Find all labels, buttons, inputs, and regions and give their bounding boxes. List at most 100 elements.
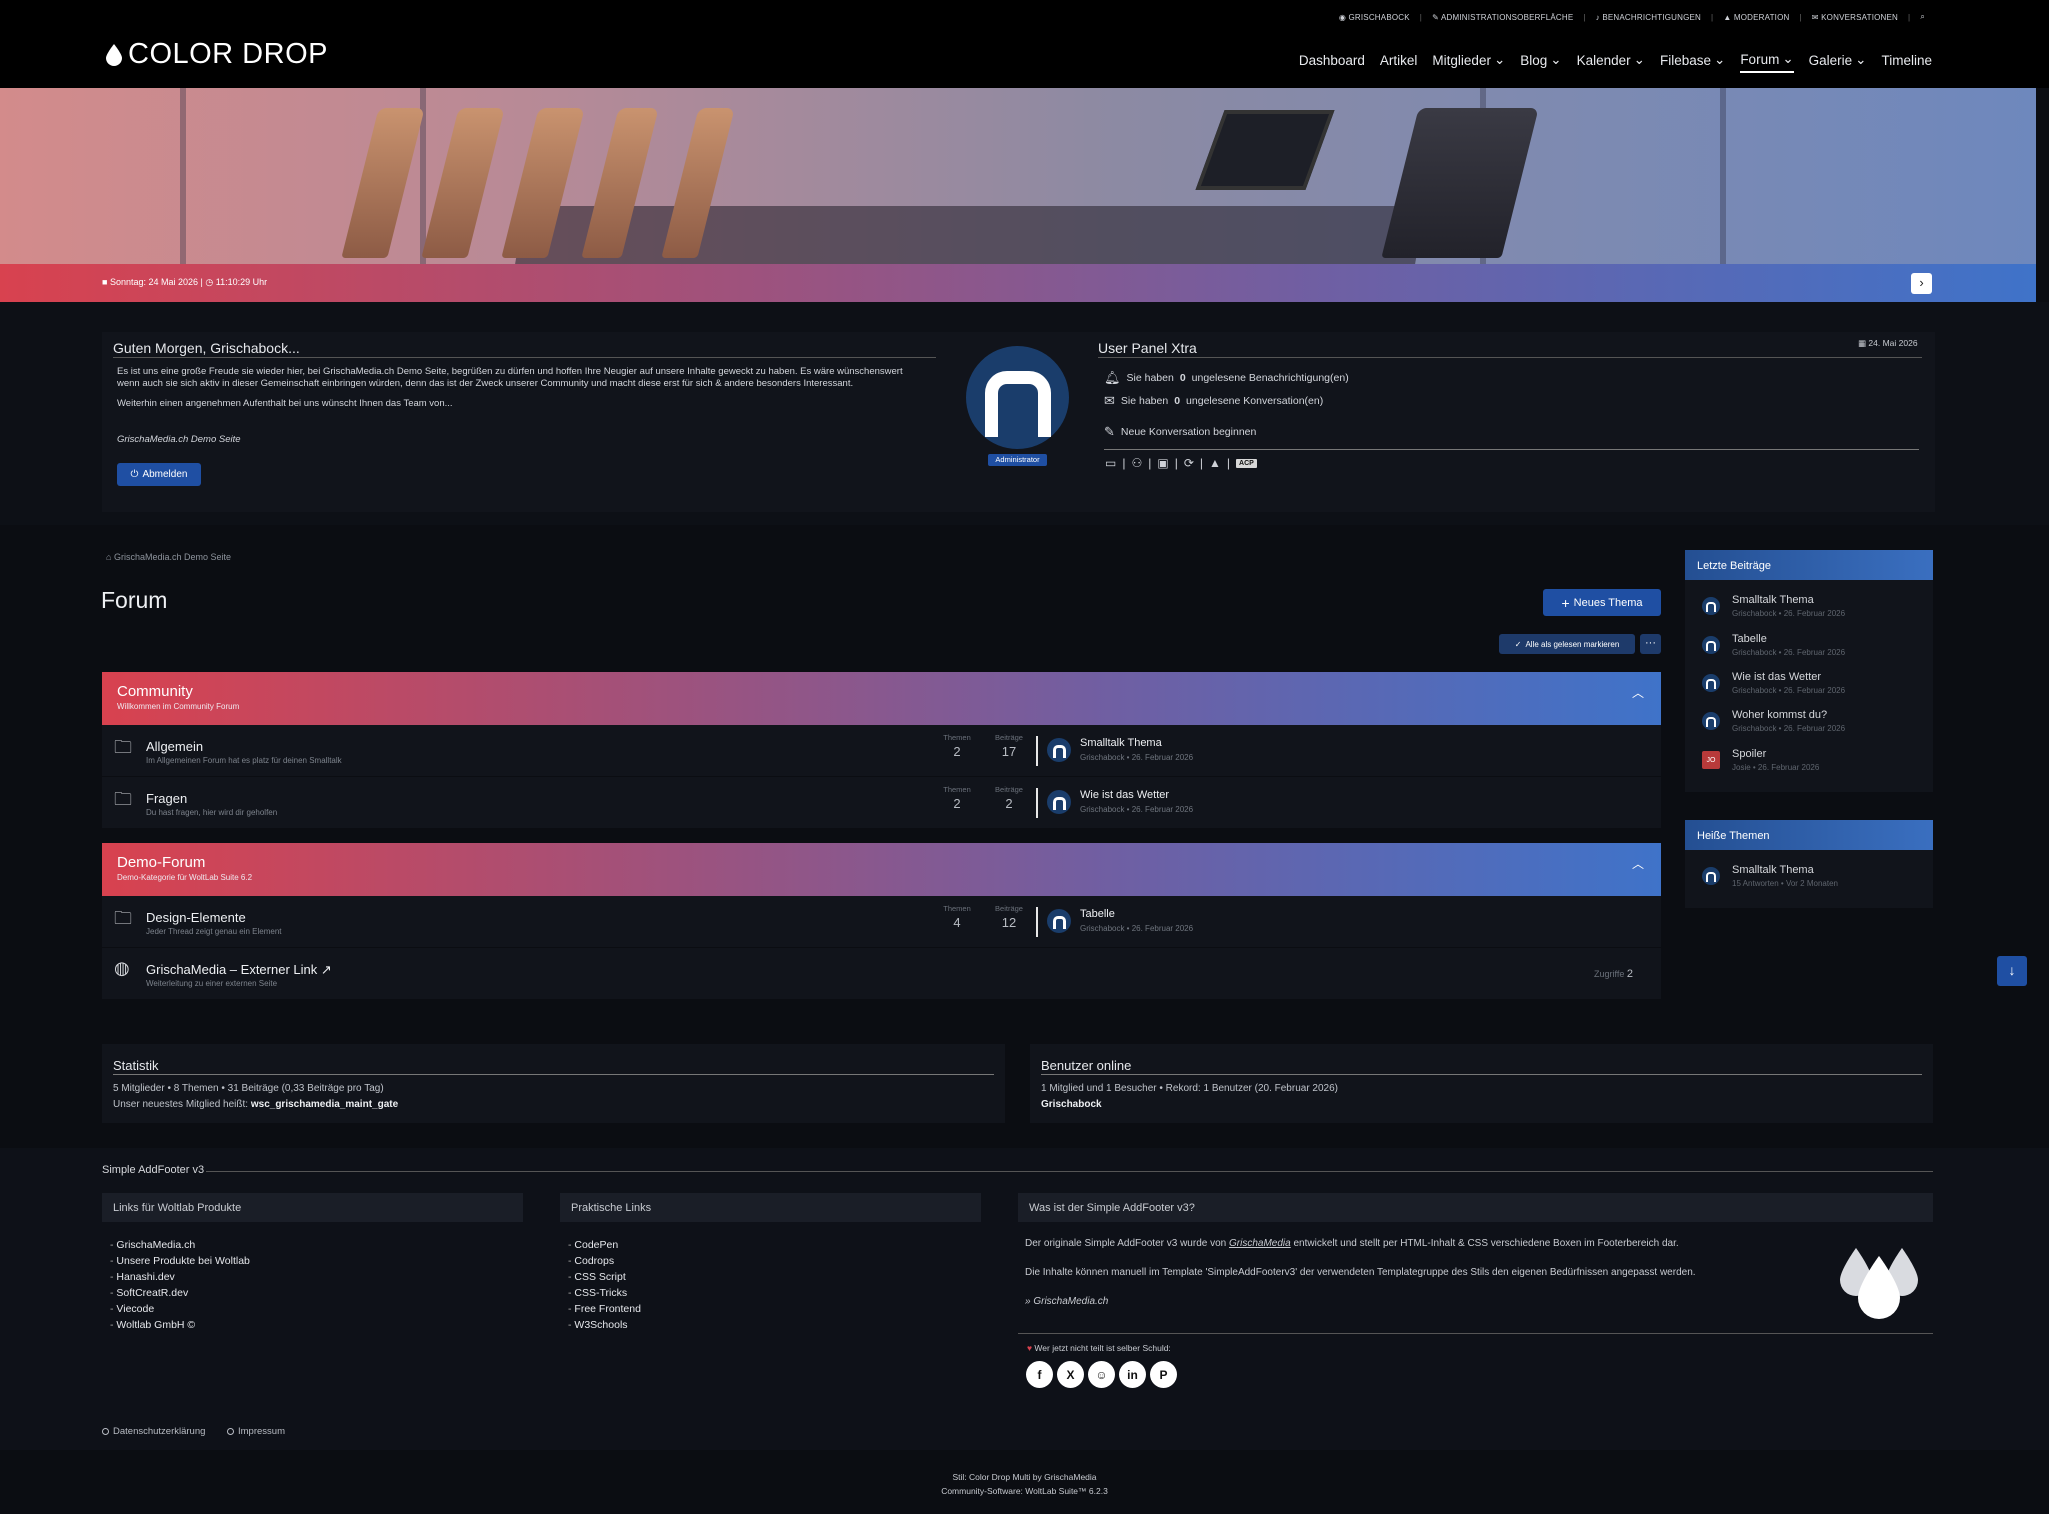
nav-kalender[interactable]: Kalender ⌄ [1577, 51, 1645, 73]
mark-read-button[interactable]: ✓ Alle als gelesen markieren [1499, 634, 1635, 654]
footer-link[interactable]: CSS Script [568, 1269, 641, 1285]
chat-icon: ✉ [1811, 12, 1819, 22]
more-options-button[interactable]: ··· [1640, 634, 1661, 654]
notifications-link[interactable]: ♪ BENACHRICHTIGUNGEN [1596, 13, 1701, 22]
refresh-icon[interactable]: ⟳ [1184, 456, 1194, 470]
footer-link[interactable]: Woltlab GmbH © [110, 1317, 250, 1333]
bell-icon: ♪ [1595, 12, 1600, 22]
footer-link[interactable]: Viecode [110, 1301, 250, 1317]
nav-filebase[interactable]: Filebase ⌄ [1660, 51, 1725, 73]
page-title: Forum [101, 587, 168, 613]
logo[interactable]: COLOR DROP [106, 38, 328, 71]
chevron-up-icon[interactable]: ︿ [1632, 684, 1644, 701]
statistics-box: Statistik 5 Mitglieder • 8 Themen • 31 B… [102, 1044, 1005, 1123]
footer-link[interactable]: CodePen [568, 1237, 641, 1253]
calendar-icon: ▦ [1858, 338, 1867, 348]
imprint-link[interactable]: Impressum [227, 1426, 285, 1437]
footer-link[interactable]: Unsere Produkte bei Woltlab [110, 1253, 249, 1269]
notifications-row[interactable]: 🔔︎ Sie haben 0 ungelesene Benachrichtigung(… [1104, 370, 1349, 386]
list-item[interactable]: Tabelle Grischabock • 26. Februar 2026 [1702, 633, 1845, 657]
footer-link[interactable]: Hanashi.dev [110, 1269, 250, 1285]
list-item[interactable]: Smalltalk Thema Grischabock • 26. Februar… [1702, 594, 1845, 618]
avatar[interactable] [1047, 790, 1071, 814]
profile-card-icon[interactable]: ▭ [1105, 456, 1116, 470]
moderation-link[interactable]: ▲ MODERATION [1723, 13, 1789, 22]
last-post-title[interactable]: Smalltalk Thema [1080, 737, 1162, 749]
nav-galerie[interactable]: Galerie ⌄ [1809, 51, 1867, 73]
footer-link[interactable]: W3Schools [568, 1317, 641, 1333]
drop-icon [106, 43, 122, 66]
footer-link[interactable]: Codrops [568, 1253, 641, 1269]
nav-timeline[interactable]: Timeline [1881, 51, 1932, 73]
linkedin-icon[interactable]: in [1119, 1361, 1146, 1388]
pinterest-icon[interactable]: P [1150, 1361, 1177, 1388]
avatar[interactable] [1047, 738, 1071, 762]
window-frame [1720, 88, 1726, 264]
board-row[interactable]: 🗀︎ Fragen Du hast fragen, hier wird dir … [102, 777, 1661, 829]
chevron-up-icon[interactable]: ︿ [1632, 855, 1644, 872]
footer-link[interactable]: GrischaMedia.ch [110, 1237, 250, 1253]
heart-icon: ♥ [1027, 1343, 1033, 1353]
x-icon[interactable]: X [1057, 1361, 1084, 1388]
breadcrumb[interactable]: ⌂ GrischaMedia.ch Demo Seite [106, 552, 231, 562]
list-item[interactable]: Smalltalk Thema 15 Antworten • Vor 2 Mona… [1702, 864, 1838, 888]
home-icon: ⌂ [106, 552, 112, 562]
nav-dashboard[interactable]: Dashboard [1299, 51, 1365, 73]
nav-blog[interactable]: Blog ⌄ [1520, 51, 1561, 73]
footer-link[interactable]: » GrischaMedia.ch [1025, 1296, 1108, 1307]
window-frame [180, 88, 186, 264]
board-row[interactable]: ◍ GrischaMedia – Externer Link ↗ Weiterl… [102, 948, 1661, 1000]
new-topic-button[interactable]: + Neues Thema [1543, 589, 1661, 616]
avatar: JO [1702, 751, 1720, 769]
avatar[interactable] [966, 346, 1069, 449]
acp-link[interactable]: ACP [1236, 458, 1257, 468]
footer-title: Simple AddFooter v3 [102, 1164, 205, 1176]
list-item[interactable]: Woher kommst du? Grischabock • 26. Februa… [1702, 709, 1845, 733]
share-label: ♥ Wer jetzt nicht teilt ist selber Schul… [1027, 1343, 1171, 1353]
list-item[interactable]: JO Spoiler Josie • 26. Februar 2026 [1702, 748, 1819, 772]
online-user-link[interactable]: Grischabock [1041, 1099, 1102, 1110]
footer-link[interactable]: CSS-Tricks [568, 1285, 641, 1301]
user-menu[interactable]: ◉ GRISCHABOCK [1339, 13, 1410, 22]
warning-icon[interactable]: ▲ [1209, 456, 1221, 470]
footer-link[interactable]: SoftCreatR.dev [110, 1285, 250, 1301]
nav-forum[interactable]: Forum ⌄ [1740, 51, 1794, 73]
hero-next-button[interactable]: › [1911, 273, 1932, 294]
search-icon[interactable]: ⌕ [1920, 12, 1925, 22]
board-row[interactable]: 🗀︎ Design-Elemente Jeder Thread zeigt ge… [102, 896, 1661, 948]
reddit-icon[interactable]: ☺ [1088, 1361, 1115, 1388]
footer-link[interactable]: Free Frontend [568, 1301, 641, 1317]
scroll-down-button[interactable]: ↓ [1997, 956, 2027, 986]
conversations-row[interactable]: ✉ Sie haben 0 ungelesene Konversation(en) [1104, 393, 1323, 409]
separator: | [1711, 12, 1714, 22]
author-link[interactable]: GrischaMedia [1229, 1238, 1291, 1249]
conversations-link[interactable]: ✉ KONVERSATIONEN [1812, 13, 1898, 22]
privacy-link[interactable]: Datenschutzerklärung [102, 1426, 205, 1437]
list-item[interactable]: Wie ist das Wetter Grischabock • 26. Febr… [1702, 671, 1845, 695]
nav-mitglieder[interactable]: Mitglieder ⌄ [1432, 51, 1505, 73]
newest-member-link[interactable]: wsc_grischamedia_maint_gate [251, 1099, 398, 1110]
last-post-title[interactable]: Wie ist das Wetter [1080, 789, 1169, 801]
last-post-title[interactable]: Tabelle [1080, 908, 1115, 920]
facebook-icon[interactable]: f [1026, 1361, 1053, 1388]
footer-col-header: Links für Woltlab Produkte [102, 1193, 523, 1222]
drops-logo [1840, 1248, 1918, 1319]
image-icon[interactable]: ▣ [1157, 456, 1168, 470]
avatar [1702, 636, 1720, 654]
avatar[interactable] [1047, 909, 1071, 933]
hot-topics-header: Heiße Themen [1685, 820, 1933, 850]
hits-count: Zugriffe 2 [1594, 968, 1633, 980]
category-header[interactable]: Demo-Forum Demo-Kategorie für WoltLab Su… [102, 843, 1661, 896]
avatar [1702, 674, 1720, 692]
separator: | [1908, 12, 1911, 22]
admin-link[interactable]: ✎ ADMINISTRATIONSOBERFLÄCHE [1432, 13, 1573, 22]
users-icon[interactable]: ⚇ [1131, 456, 1142, 470]
new-conversation-link[interactable]: ✎ Neue Konversation beginnen [1104, 424, 1256, 440]
nav-artikel[interactable]: Artikel [1380, 51, 1418, 73]
main-nav: Dashboard Artikel Mitglieder ⌄ Blog ⌄ Kale… [1299, 51, 1932, 73]
bell-icon: 🔔︎ [1104, 370, 1121, 385]
board-row[interactable]: 🗀︎ Allgemein Im Allgemeinen Forum hat es… [102, 725, 1661, 777]
category-header[interactable]: Community Willkommen im Community Forum … [102, 672, 1661, 725]
logout-button[interactable]: ⏻ Abmelden [117, 463, 201, 486]
divider [1098, 357, 1922, 358]
